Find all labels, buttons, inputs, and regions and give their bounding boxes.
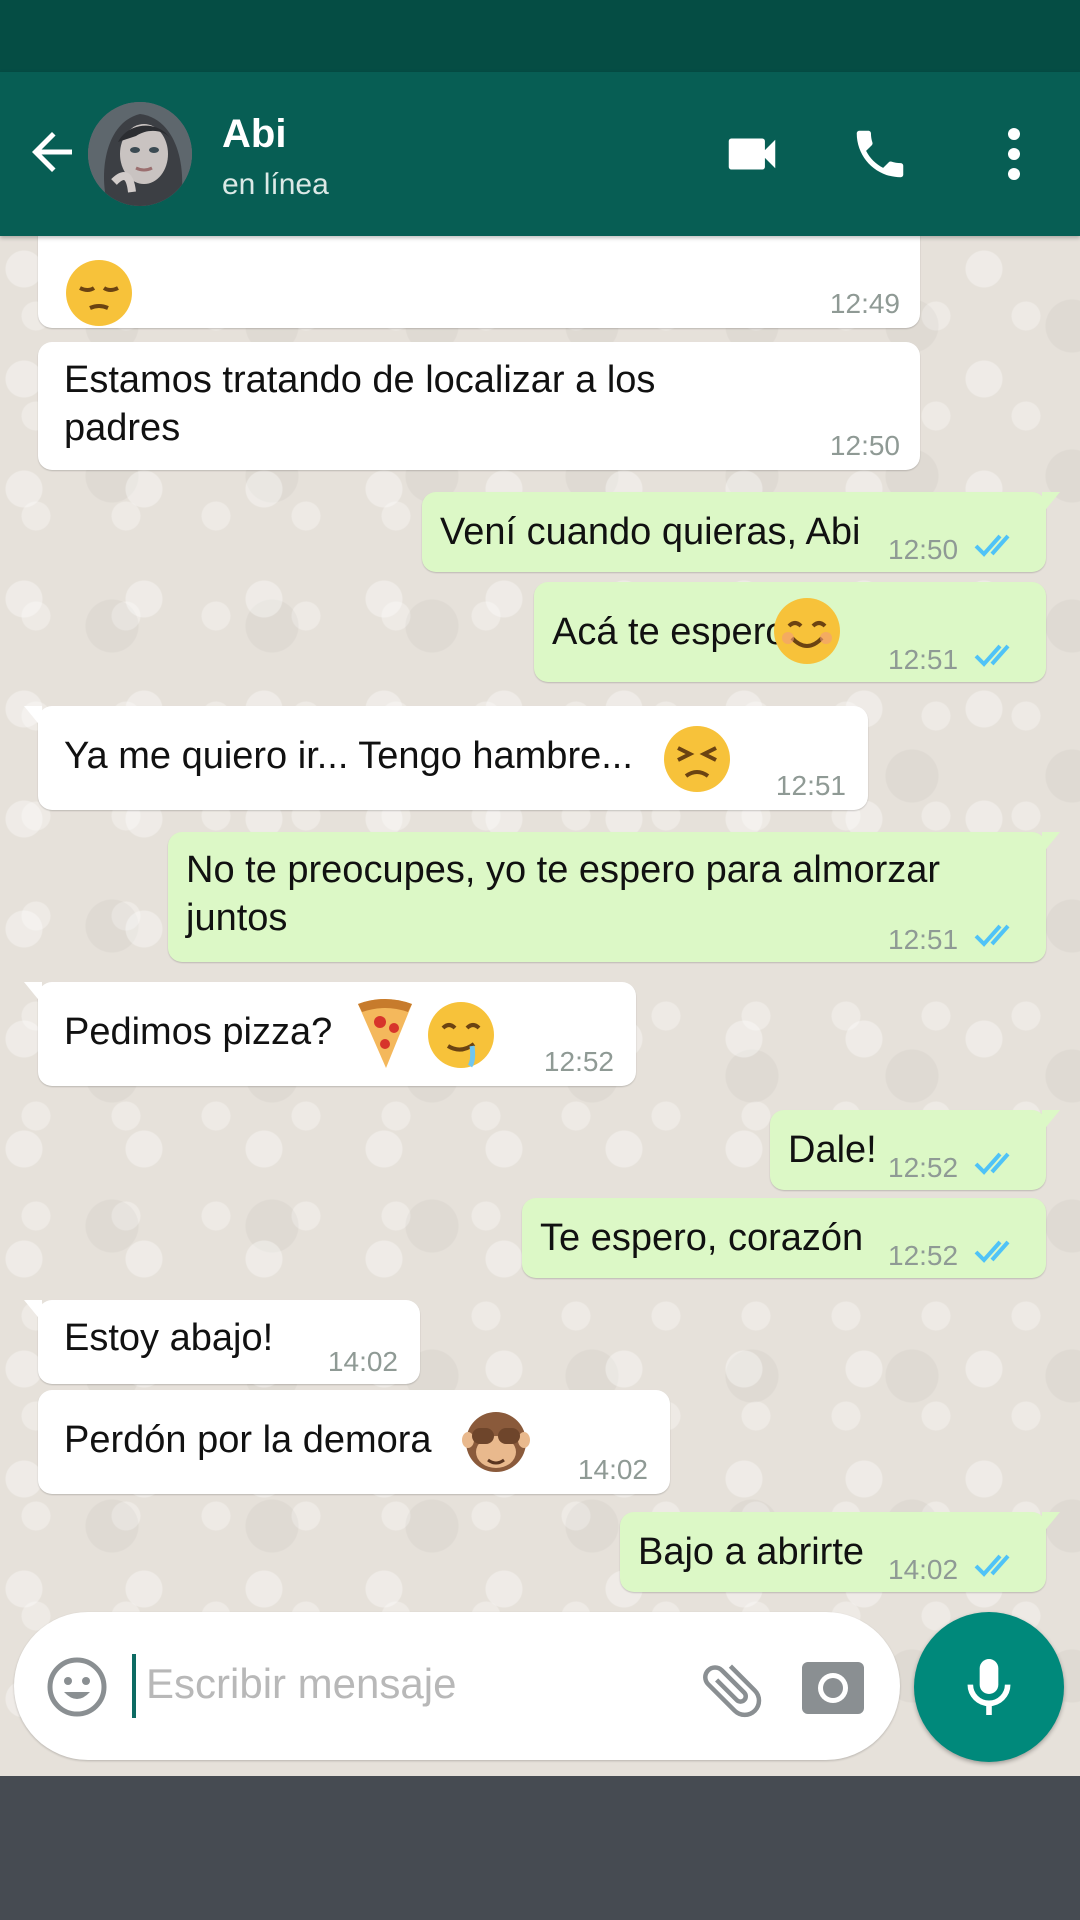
read-ticks-icon xyxy=(974,1240,1010,1263)
message-text-line: No te preocupes, yo te espero para almor… xyxy=(186,849,941,891)
message-text: Dale! xyxy=(788,1129,877,1171)
message-text: Perdón por la demora xyxy=(64,1419,432,1461)
more-options-icon[interactable] xyxy=(976,116,1052,192)
text-cursor xyxy=(132,1654,136,1718)
pensive-face-emoji xyxy=(64,258,134,338)
message-time: 14:02 xyxy=(577,1454,648,1485)
read-ticks-icon xyxy=(974,924,1010,947)
read-ticks-icon xyxy=(974,1554,1010,1577)
message-time: 12:49 xyxy=(829,288,900,319)
message-time: 12:50 xyxy=(829,430,900,461)
camera-icon[interactable] xyxy=(800,1654,866,1720)
message-time: 12:50 xyxy=(888,534,959,565)
message-text-line: padres xyxy=(64,407,181,449)
message-outgoing[interactable]: Dale! 12:52 xyxy=(770,1110,1060,1190)
message-text: Vení cuando quieras, Abi xyxy=(440,511,861,553)
message-incoming[interactable]: Estoy abajo! 14:02 xyxy=(24,1300,420,1384)
message-outgoing[interactable]: No te preocupes, yo te espero para almor… xyxy=(168,832,1060,962)
phone-icon[interactable] xyxy=(842,116,918,192)
message-input[interactable]: Escribir mensaje xyxy=(146,1660,456,1708)
smiling-face-emoji xyxy=(772,596,842,676)
message-time: 12:52 xyxy=(888,1152,959,1183)
message-incoming[interactable]: Pedimos pizza? 12:52 xyxy=(24,982,636,1086)
message-outgoing[interactable]: Te espero, corazón 12:52 xyxy=(522,1198,1046,1278)
message-text: Pedimos pizza? xyxy=(64,1011,333,1053)
paperclip-icon[interactable] xyxy=(696,1654,768,1726)
emoji-icon[interactable] xyxy=(46,1656,108,1718)
message-time: 12:51 xyxy=(888,924,959,955)
message-incoming[interactable]: Ya me quiero ir... Tengo hambre... 12:51 xyxy=(24,706,868,810)
message-incoming[interactable]: Estamos tratando de localizar a los padr… xyxy=(38,342,920,470)
persevering-face-emoji xyxy=(662,724,732,804)
message-time: 14:02 xyxy=(888,1554,959,1585)
message-text: Ya me quiero ir... Tengo hambre... xyxy=(64,735,633,777)
status-bar xyxy=(0,0,1080,72)
message-outgoing[interactable]: Vení cuando quieras, Abi 12:50 xyxy=(422,492,1060,572)
message-incoming[interactable]: Perdón por la demora 14:02 xyxy=(38,1390,670,1494)
message-outgoing[interactable]: Bajo a abrirte 14:02 xyxy=(620,1512,1060,1592)
message-text-line: Estamos tratando de localizar a los xyxy=(64,359,656,401)
navigation-bar xyxy=(0,1776,1080,1920)
message-time: 14:02 xyxy=(327,1346,398,1377)
message-text-line: juntos xyxy=(186,897,288,939)
contact-status: en línea xyxy=(222,168,329,201)
contact-name[interactable]: Abi xyxy=(222,112,286,157)
message-text: Acá te espero xyxy=(552,611,787,653)
microphone-icon xyxy=(967,1659,1011,1715)
see-no-evil-monkey-emoji xyxy=(460,1404,532,1486)
message-time: 12:52 xyxy=(888,1240,959,1271)
chat-header: Abi en línea xyxy=(0,72,1080,236)
message-time: 12:51 xyxy=(775,770,846,801)
back-arrow-icon[interactable] xyxy=(22,122,82,182)
read-ticks-icon xyxy=(974,534,1010,557)
video-call-icon[interactable] xyxy=(714,116,790,192)
contact-avatar[interactable] xyxy=(88,102,192,206)
message-text: Bajo a abrirte xyxy=(638,1531,865,1573)
microphone-button[interactable] xyxy=(914,1612,1064,1762)
read-ticks-icon xyxy=(974,644,1010,667)
message-text: Estoy abajo! xyxy=(64,1317,274,1359)
message-composer: Escribir mensaje xyxy=(14,1612,900,1760)
read-ticks-icon xyxy=(974,1152,1010,1175)
message-text: Te espero, corazón xyxy=(540,1217,864,1259)
message-time: 12:51 xyxy=(888,644,959,675)
message-outgoing[interactable]: Acá te espero 12:51 xyxy=(534,582,1046,682)
pizza-emoji xyxy=(352,996,418,1080)
message-incoming[interactable]: 12:49 xyxy=(38,236,920,328)
message-list[interactable]: 12:49 Estamos tratando de localizar a lo… xyxy=(0,236,1080,1776)
message-time: 12:52 xyxy=(543,1046,614,1077)
drooling-face-emoji xyxy=(426,1000,496,1080)
